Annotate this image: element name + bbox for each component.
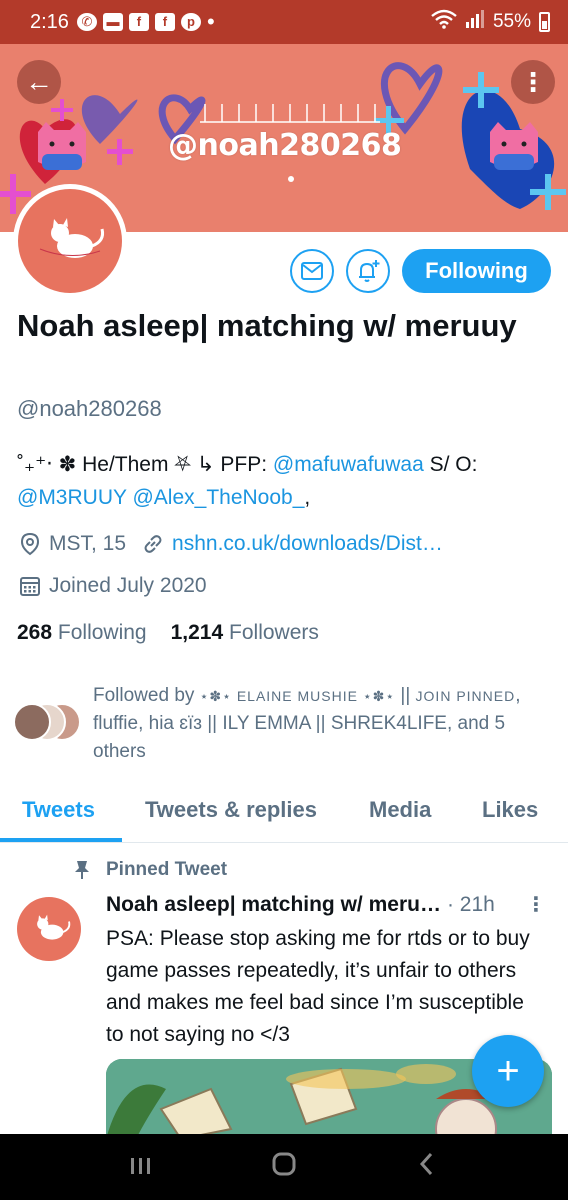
bio-mention-link[interactable]: @mafuwafuwaa [273, 453, 424, 476]
tweet-time[interactable]: · 21h [447, 893, 495, 917]
following-label: Following [57, 621, 147, 644]
tweet-more-icon[interactable]: ⋮ [526, 892, 546, 917]
follower-name: JOIN PINNED [415, 688, 516, 704]
bio-text: ˚₊⁺‧ ✽ He/Them ⛧ ↳ PFP: [17, 453, 273, 476]
banner-handle-text: @noah280268 [168, 128, 402, 163]
whatsapp-icon: ✆ [76, 13, 97, 31]
follower-name: ⋆✽⋆ ELAINE MUSHIE ⋆✽⋆ [199, 688, 396, 704]
facebook-icon: f [154, 13, 175, 31]
back-nav-icon[interactable] [397, 1151, 457, 1183]
bell-plus-icon [359, 260, 380, 282]
facebook-icon: f [128, 13, 149, 31]
tweet-author-avatar[interactable] [17, 897, 81, 961]
following-count: 268 [17, 621, 53, 644]
tab-tweets-replies[interactable]: Tweets & replies [145, 797, 317, 823]
status-bar: 2:16 ✆ ▬ f f p • 55% [0, 0, 568, 44]
pinterest-icon: p [180, 13, 201, 31]
back-button[interactable]: ← [17, 60, 61, 104]
profile-handle: @noah280268 [17, 396, 162, 421]
profile-avatar[interactable] [13, 184, 127, 298]
location-text: MST, 15 [49, 532, 127, 555]
home-icon[interactable] [254, 1151, 314, 1184]
compose-tweet-button[interactable]: + [472, 1035, 544, 1107]
cat-illustration [39, 218, 104, 258]
notification-icons: ✆ ▬ f f p • [76, 9, 215, 35]
website-link[interactable]: nshn.co.uk/downloads/Dist… [172, 532, 443, 556]
followers-label: Followers [229, 621, 319, 644]
profile-bio: ˚₊⁺‧ ✽ He/Them ⛧ ↳ PFP: @mafuwafuwaa S/ … [17, 448, 547, 514]
link-icon [140, 531, 166, 557]
tab-tweets[interactable]: Tweets [22, 797, 95, 823]
bio-text: , [304, 486, 311, 509]
bio-mention-link[interactable]: @Alex_TheNoob_ [132, 486, 304, 509]
calendar-icon [17, 573, 43, 599]
profile-tabs: Tweets Tweets & replies Media Likes [0, 785, 568, 843]
tweet-text: PSA: Please stop asking me for rtds or t… [106, 927, 530, 1046]
avatar-image [18, 189, 122, 293]
plus-icon: + [496, 1048, 520, 1093]
joined-row: Joined July 2020 [17, 573, 207, 599]
tweet-author-name[interactable]: Noah asleep| matching w/ meru… [106, 893, 441, 917]
profile-meta: MST, 15 nshn.co.uk/downloads/Dist… [17, 531, 443, 557]
followed-by-sep: || [395, 685, 416, 706]
tab-media[interactable]: Media [369, 797, 431, 823]
followed-by-text[interactable]: Followed by ⋆✽⋆ ELAINE MUSHIE ⋆✽⋆ || JOI… [93, 682, 543, 766]
bio-text: S/ O: [423, 453, 478, 476]
message-button[interactable] [290, 249, 334, 293]
following-button[interactable]: Following [402, 249, 551, 293]
mail-icon [301, 262, 323, 280]
pinned-label: Pinned Tweet [106, 859, 228, 880]
location-icon [17, 531, 43, 557]
followers-count: 1,214 [170, 621, 224, 644]
wifi-icon [431, 9, 457, 35]
bio-mention-link[interactable]: @M3RUUY [17, 486, 127, 509]
system-nav-bar [0, 1134, 568, 1200]
follow-counts: 268 Following 1,214 Followers [17, 621, 319, 645]
tweet-header: Noah asleep| matching w/ meru… · 21h ⋮ [106, 892, 546, 917]
status-right: 55% [431, 9, 550, 35]
more-options-button[interactable]: ⋮ [511, 60, 555, 104]
followed-by-avatars[interactable] [13, 703, 85, 741]
pinned-label-row: Pinned Tweet [72, 859, 227, 881]
joined-text: Joined July 2020 [49, 574, 207, 597]
cat-illustration [37, 914, 71, 940]
avatar [13, 703, 51, 741]
followed-by-prefix: Followed by [93, 685, 200, 706]
arrow-left-icon: ← [25, 66, 53, 97]
status-time: 2:16 [30, 10, 69, 33]
more-vertical-icon: ⋮ [520, 66, 546, 97]
recent-apps-icon[interactable] [111, 1151, 171, 1183]
battery-percent: 55% [492, 11, 531, 32]
following-count-link[interactable]: 268 Following [17, 621, 147, 645]
dot-icon: • [206, 9, 215, 34]
tab-likes[interactable]: Likes [482, 797, 538, 823]
chat-icon: ▬ [102, 13, 123, 31]
signal-icon [465, 9, 485, 35]
pin-icon [72, 860, 92, 880]
notifications-button[interactable] [346, 249, 390, 293]
battery-icon [539, 12, 550, 32]
active-tab-indicator [0, 838, 122, 842]
followers-count-link[interactable]: 1,214 Followers [171, 621, 319, 645]
display-name: Noah asleep| matching w/ meruuy [17, 308, 517, 343]
